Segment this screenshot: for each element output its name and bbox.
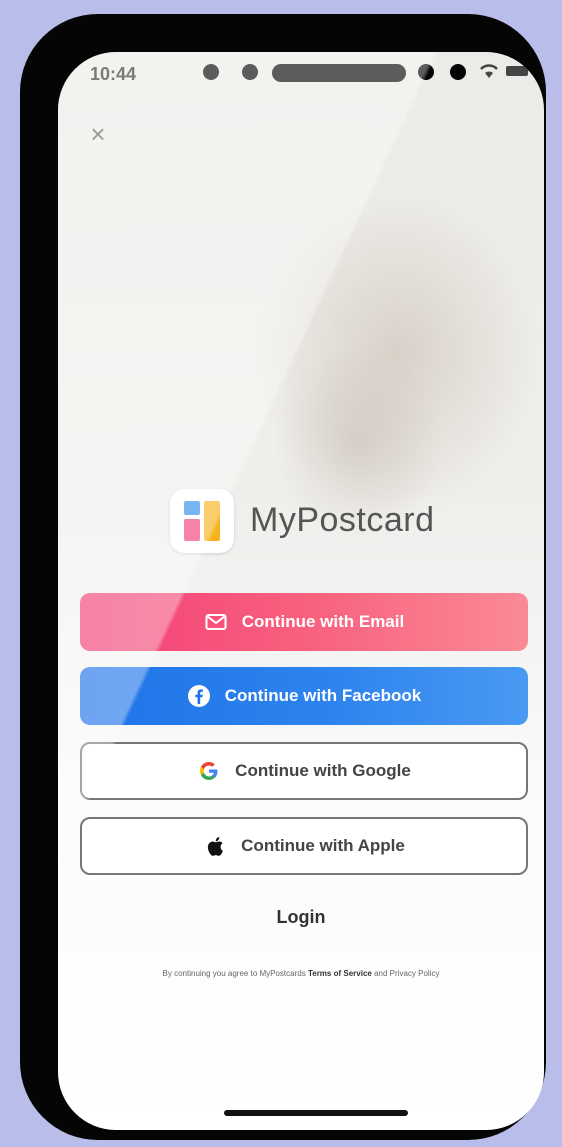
app-screen: 10:44 × MyPostcard Continue with Email C… <box>58 52 544 1130</box>
status-time: 10:44 <box>90 64 137 84</box>
brand-name: MyPostcard <box>250 501 435 539</box>
home-indicator[interactable] <box>224 1110 408 1116</box>
camera-dot <box>242 64 258 80</box>
continue-with-facebook-button[interactable]: Continue with Facebook <box>80 667 528 725</box>
email-button-label: Continue with Email <box>241 612 405 631</box>
legal-text: By continuing you agree to MyPostcards T… <box>58 969 544 978</box>
login-link[interactable]: Login <box>58 907 544 928</box>
phone-frame: 10:44 × MyPostcard Continue with Email C… <box>20 14 546 1140</box>
sensor-dot <box>450 64 466 80</box>
legal-prefix: By continuing you agree to MyPostcards <box>162 969 306 978</box>
facebook-button-label: Continue with Facebook <box>224 686 422 705</box>
legal-middle: and <box>374 969 388 978</box>
camera-dot <box>203 64 219 80</box>
continue-with-apple-button[interactable]: Continue with Apple <box>80 817 528 875</box>
continue-with-google-button[interactable]: Continue with Google <box>80 742 528 800</box>
apple-icon <box>203 834 227 858</box>
battery-icon <box>506 66 528 76</box>
terms-of-service-link[interactable]: Terms of Service <box>308 969 372 978</box>
app-logo-icon <box>170 489 234 553</box>
privacy-policy-link[interactable]: Privacy Policy <box>390 969 440 978</box>
close-icon[interactable]: × <box>86 121 110 147</box>
wifi-icon <box>480 64 498 78</box>
brand-logo: MyPostcard <box>170 489 500 559</box>
google-icon <box>197 759 221 783</box>
sensor-dot <box>418 64 434 80</box>
continue-with-email-button[interactable]: Continue with Email <box>80 593 528 651</box>
apple-button-label: Continue with Apple <box>241 836 405 855</box>
background-photo <box>58 52 544 672</box>
speaker-pill <box>272 64 406 82</box>
mail-icon <box>204 610 228 634</box>
facebook-icon <box>187 684 211 708</box>
status-bar: 10:44 <box>58 52 544 112</box>
google-button-label: Continue with Google <box>235 761 411 780</box>
